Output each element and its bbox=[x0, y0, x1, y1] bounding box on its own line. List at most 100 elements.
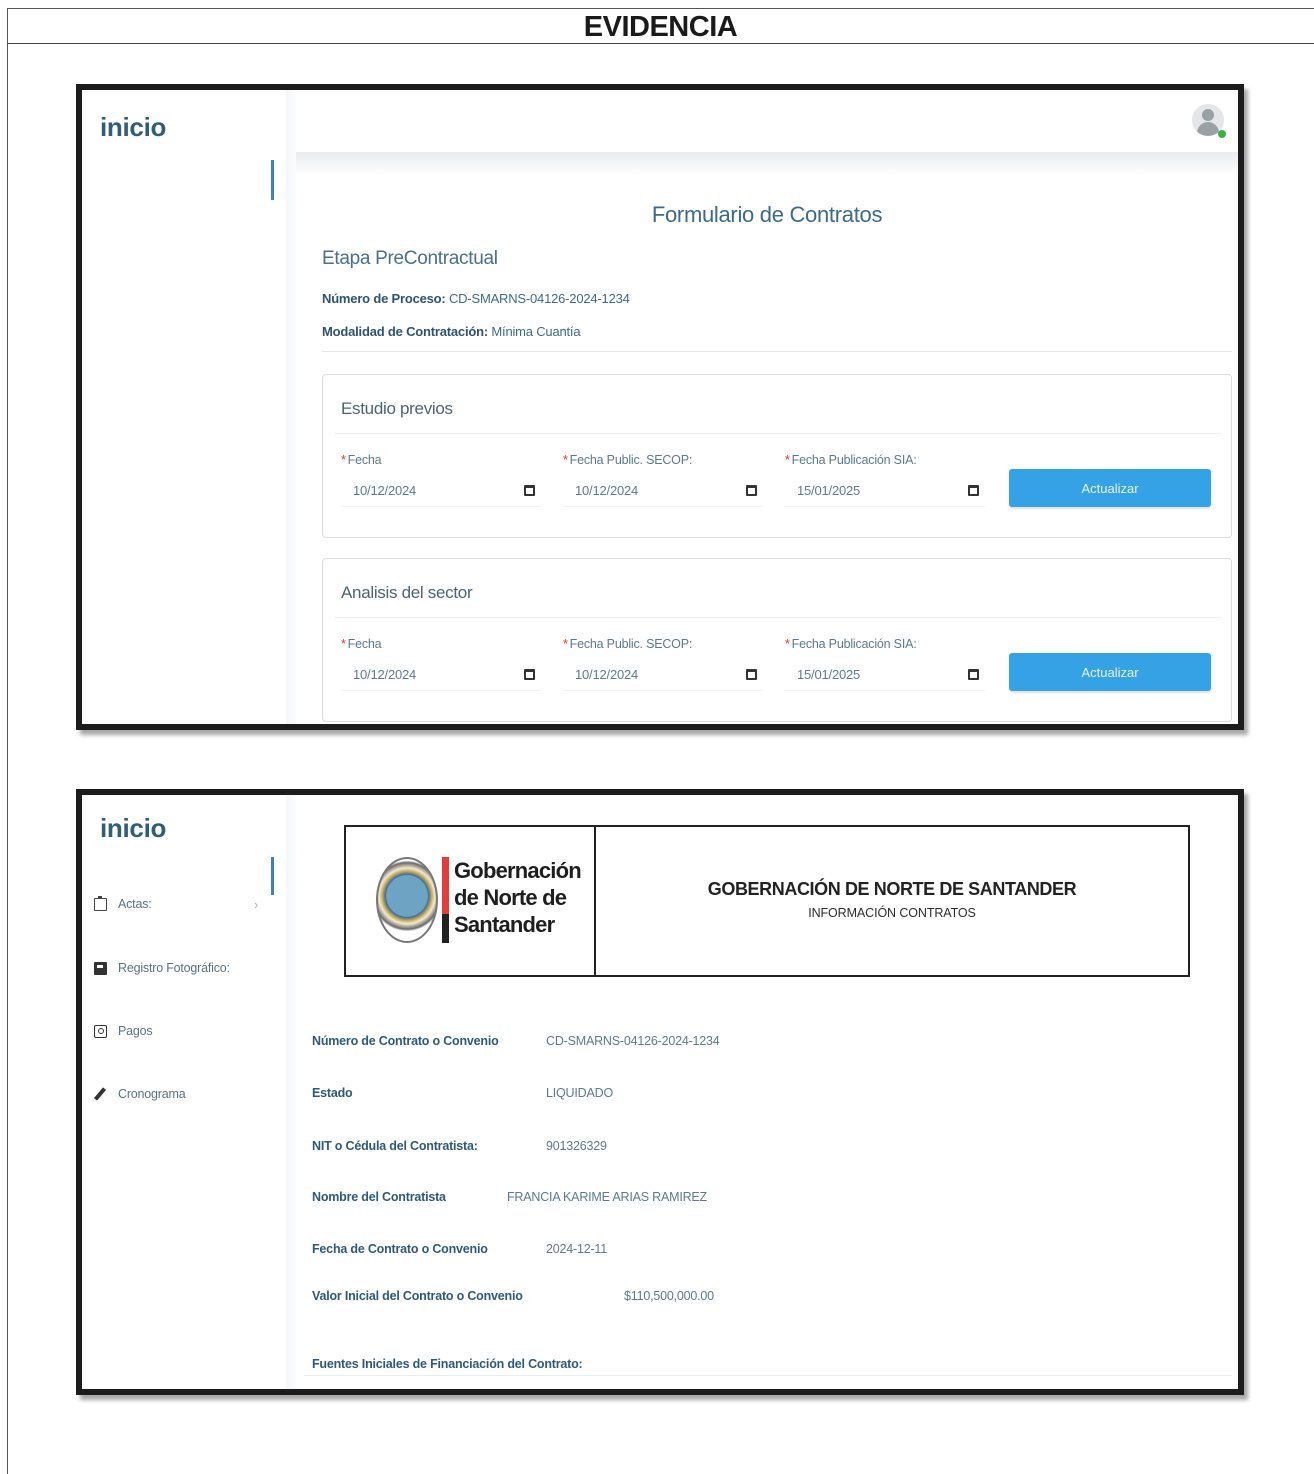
sidebar-brand[interactable]: inicio bbox=[100, 112, 166, 143]
calendar-icon[interactable] bbox=[968, 669, 979, 680]
sidebar-divider bbox=[286, 795, 296, 1389]
date-input[interactable]: 10/12/2024 bbox=[341, 477, 541, 507]
header-title-cell: GOBERNACIÓN DE NORTE DE SANTANDER INFORM… bbox=[596, 827, 1188, 975]
coat-of-arms-icon bbox=[376, 857, 438, 943]
calendar-icon[interactable] bbox=[746, 669, 757, 680]
calendar-icon[interactable] bbox=[524, 669, 535, 680]
topbar-strip bbox=[296, 152, 1238, 176]
field-label: * Fecha bbox=[341, 453, 382, 467]
field-label: * Fecha Publicación SIA: bbox=[785, 637, 917, 651]
date-value: 15/01/2025 bbox=[797, 483, 861, 498]
required-mark: * bbox=[341, 453, 346, 467]
update-button[interactable]: Actualizar bbox=[1009, 653, 1211, 691]
sidebar-item-label: Registro Fotográfico: bbox=[118, 961, 230, 975]
detail-label: Número de Contrato o Convenio bbox=[312, 1034, 499, 1048]
sia-date-input[interactable]: 15/01/2025 bbox=[785, 661, 985, 691]
stage-title: Etapa PreContractual bbox=[322, 248, 498, 269]
required-mark: * bbox=[563, 637, 568, 651]
divider bbox=[322, 351, 1232, 352]
process-number: Número de Proceso: CD-SMARNS-04126-2024-… bbox=[322, 291, 630, 306]
calendar-icon[interactable] bbox=[746, 485, 757, 496]
divider bbox=[304, 1375, 1232, 1376]
detail-label: Fecha de Contrato o Convenio bbox=[312, 1242, 488, 1256]
logo-cell: Gobernación de Norte de Santander bbox=[346, 827, 596, 975]
field-label: * Fecha Public. SECOP: bbox=[563, 637, 693, 651]
pencil-icon bbox=[93, 1087, 107, 1101]
sidebar-divider bbox=[286, 90, 296, 724]
detail-value: LIQUIDADO bbox=[546, 1086, 613, 1100]
secop-date-field: * Fecha Public. SECOP: 10/12/2024 bbox=[563, 453, 763, 507]
logo-text: Gobernación de Norte de Santander bbox=[454, 858, 582, 937]
sidebar-item-cronograma[interactable]: Cronograma bbox=[93, 1087, 186, 1101]
field-label: * Fecha Public. SECOP: bbox=[563, 453, 693, 467]
section-divider bbox=[335, 433, 1221, 434]
document-title-row: EVIDENCIA bbox=[7, 8, 1314, 44]
contract-mode: Modalidad de Contratación: Mínima Cuantí… bbox=[322, 324, 581, 339]
header-subtitle: INFORMACIÓN CONTRATOS bbox=[808, 906, 976, 920]
date-value: 10/12/2024 bbox=[575, 667, 639, 682]
detail-value: $110,500,000.00 bbox=[624, 1289, 714, 1303]
sidebar-item-pagos[interactable]: Pagos bbox=[94, 1024, 153, 1038]
section-divider bbox=[335, 617, 1221, 618]
detail-value: 2024-12-11 bbox=[546, 1242, 608, 1256]
contract-mode-label: Modalidad de Contratación: bbox=[322, 324, 488, 339]
section-title: Estudio previos bbox=[341, 399, 453, 418]
process-number-label: Número de Proceso: bbox=[322, 291, 446, 306]
sidebar-active-indicator bbox=[271, 857, 274, 895]
field-label: * Fecha Publicación SIA: bbox=[785, 453, 917, 467]
secop-date-field: * Fecha Public. SECOP: 10/12/2024 bbox=[563, 637, 763, 691]
clipboard-icon bbox=[94, 895, 107, 911]
sidebar-item-label: Cronograma bbox=[118, 1087, 186, 1101]
date-value: 10/12/2024 bbox=[353, 483, 417, 498]
camera-icon bbox=[94, 1024, 107, 1038]
sidebar-active-indicator bbox=[271, 160, 274, 200]
document-title: EVIDENCIA bbox=[583, 11, 738, 43]
required-mark: * bbox=[563, 453, 568, 467]
calendar-icon[interactable] bbox=[524, 485, 535, 496]
sidebar-brand[interactable]: inicio bbox=[100, 813, 166, 844]
secop-date-input[interactable]: 10/12/2024 bbox=[563, 661, 763, 691]
sia-date-field: * Fecha Publicación SIA: 15/01/2025 bbox=[785, 453, 985, 507]
sidebar-item-label: Pagos bbox=[118, 1024, 153, 1038]
date-value: 10/12/2024 bbox=[575, 483, 639, 498]
chevron-right-icon: › bbox=[254, 897, 259, 912]
update-button[interactable]: Actualizar bbox=[1009, 469, 1211, 507]
sidebar-item-actas[interactable]: Actas: › bbox=[94, 895, 258, 912]
detail-label: Valor Inicial del Contrato o Convenio bbox=[312, 1289, 523, 1303]
section-title: Analisis del sector bbox=[341, 583, 473, 602]
required-mark: * bbox=[785, 453, 790, 467]
sia-date-input[interactable]: 15/01/2025 bbox=[785, 477, 985, 507]
field-label: * Fecha bbox=[341, 637, 382, 651]
date-field: * Fecha 10/12/2024 bbox=[341, 453, 541, 507]
sidebar: inicio bbox=[82, 90, 282, 724]
detail-label: Fuentes Iniciales de Financiación del Co… bbox=[312, 1357, 583, 1371]
info-screenshot: inicio Actas: › Registro Fotográfico: Pa… bbox=[76, 789, 1244, 1395]
detail-value: FRANCIA KARIME ARIAS RAMIREZ bbox=[507, 1190, 707, 1204]
detail-label: Nombre del Contratista bbox=[312, 1190, 446, 1204]
date-input[interactable]: 10/12/2024 bbox=[341, 661, 541, 691]
date-value: 10/12/2024 bbox=[353, 667, 417, 682]
contract-mode-value: Mínima Cuantía bbox=[491, 324, 581, 339]
calendar-icon[interactable] bbox=[968, 485, 979, 496]
sidebar: inicio Actas: › Registro Fotográfico: Pa… bbox=[82, 795, 282, 1389]
online-status-dot bbox=[1218, 130, 1226, 138]
page-title: Formulario de Contratos bbox=[651, 202, 883, 227]
detail-label: NIT o Cédula del Contratista: bbox=[312, 1139, 478, 1153]
detail-value: CD-SMARNS-04126-2024-1234 bbox=[546, 1034, 720, 1048]
required-mark: * bbox=[785, 637, 790, 651]
sidebar-item-label: Actas: bbox=[118, 897, 152, 911]
header-title: GOBERNACIÓN DE NORTE DE SANTANDER bbox=[707, 879, 1077, 899]
section-card-estudio-previos: Estudio previos * Fecha 10/12/2024 * Fecha… bbox=[322, 374, 1232, 538]
detail-value: 901326329 bbox=[546, 1139, 607, 1153]
sia-date-field: * Fecha Publicación SIA: 15/01/2025 bbox=[785, 637, 985, 691]
header-box: Gobernación de Norte de Santander GOBERN… bbox=[344, 825, 1190, 977]
section-card-analisis-sector: Analisis del sector * Fecha 10/12/2024 * F… bbox=[322, 558, 1232, 722]
process-number-value: CD-SMARNS-04126-2024-1234 bbox=[448, 291, 630, 306]
detail-label: Estado bbox=[312, 1086, 353, 1100]
logo-bar bbox=[442, 857, 449, 943]
secop-date-input[interactable]: 10/12/2024 bbox=[563, 477, 763, 507]
form-screenshot: inicio Formulario de Contratos Etapa Pre… bbox=[76, 84, 1244, 730]
required-mark: * bbox=[341, 637, 346, 651]
date-value: 15/01/2025 bbox=[797, 667, 861, 682]
sidebar-item-registro-fotografico[interactable]: Registro Fotográfico: bbox=[94, 961, 230, 975]
